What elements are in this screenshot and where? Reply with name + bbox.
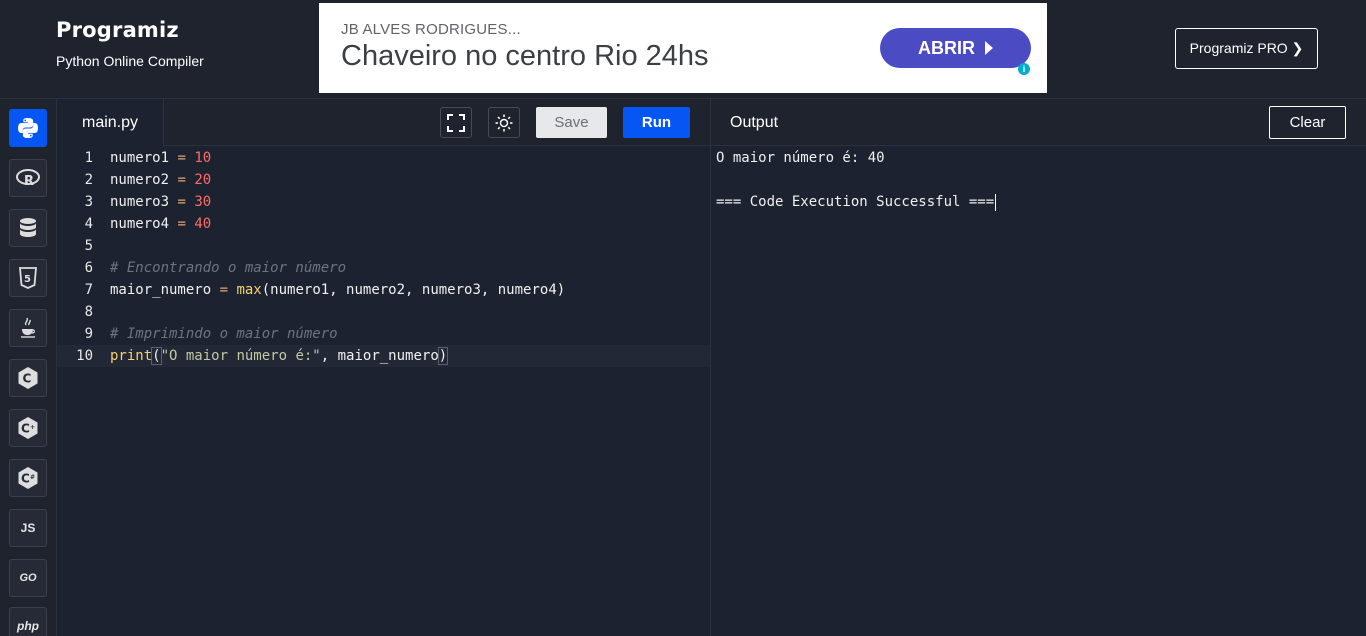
line-number: 4 (84, 216, 93, 232)
language-sidebar: R 5 C C + C # JS GO php (0, 99, 57, 636)
line-number: 2 (84, 172, 93, 188)
r-icon[interactable]: R (9, 159, 47, 197)
compiler-subtitle: Python Online Compiler (56, 53, 204, 69)
run-button[interactable]: Run (623, 107, 690, 138)
code-line[interactable]: 5 (57, 235, 710, 257)
code-line[interactable]: 2 numero2 = 20 (57, 169, 710, 191)
output-line: O maior número é: 40 (716, 150, 885, 166)
svg-text:C: C (21, 422, 30, 436)
code-token: numero3 (110, 194, 170, 210)
line-number: 7 (84, 282, 93, 298)
play-arrow-icon (985, 41, 993, 55)
code-token: = (169, 150, 195, 166)
svg-text:C: C (21, 472, 30, 486)
ad-open-label: ABRIR (918, 37, 975, 58)
go-label: GO (19, 572, 37, 584)
javascript-icon[interactable]: JS (9, 509, 47, 547)
ad-advertiser: JB ALVES RODRIGUES... (341, 21, 521, 38)
code-token: numero1 (110, 150, 170, 166)
code-token: max (236, 282, 262, 298)
svg-text:+: + (30, 424, 35, 431)
code-token: 30 (194, 194, 212, 210)
svg-text:5: 5 (24, 274, 31, 285)
svg-text:R: R (24, 174, 34, 188)
code-token: , maior_numero (320, 348, 439, 364)
java-icon[interactable] (9, 309, 47, 347)
top-header: Programiz Python Online Compiler JB ALVE… (0, 0, 1366, 99)
csharp-icon[interactable]: C # (9, 459, 47, 497)
code-line[interactable]: 3 numero3 = 30 (57, 191, 710, 213)
python-icon[interactable] (9, 109, 47, 147)
code-token: = (211, 282, 237, 298)
code-line[interactable]: 4 numero4 = 40 (57, 213, 710, 235)
output-line: === Code Execution Successful === (716, 191, 997, 213)
code-token: numero4 (110, 216, 170, 232)
php-label: php (17, 619, 39, 633)
line-number: 5 (84, 238, 93, 254)
code-token: ) (437, 347, 449, 365)
output-toolbar: Output Clear (711, 99, 1366, 146)
line-number: 8 (84, 304, 93, 320)
code-line[interactable]: 9 # Imprimindo o maior número (57, 323, 710, 345)
theme-toggle-icon[interactable] (488, 107, 520, 138)
code-line[interactable]: 6 # Encontrando o maior número (57, 257, 710, 279)
code-token: 40 (194, 216, 212, 232)
svg-text:C: C (23, 372, 32, 386)
code-token: "O maior número é:" (160, 348, 321, 364)
html5-icon[interactable]: 5 (9, 259, 47, 297)
text-caret (995, 193, 997, 211)
code-line[interactable]: 1 numero1 = 10 (57, 147, 710, 169)
clear-button[interactable]: Clear (1269, 106, 1346, 139)
brand[interactable]: Programiz Python Online Compiler (56, 18, 204, 69)
c-icon[interactable]: C (9, 359, 47, 397)
code-line[interactable]: 8 (57, 301, 710, 323)
save-button[interactable]: Save (536, 107, 607, 138)
code-area[interactable]: 1 numero1 = 10 2 numero2 = 20 3 numero3 = 3… (57, 147, 710, 367)
output-console[interactable]: O maior número é: 40 === Code Execution … (716, 147, 997, 213)
code-line-current[interactable]: 10 print("O maior número é:", maior_numer… (57, 345, 710, 367)
ad-headline[interactable]: Chaveiro no centro Rio 24hs (341, 40, 709, 73)
code-comment: # Imprimindo o maior número (110, 326, 338, 342)
svg-text:#: # (30, 474, 35, 481)
ad-banner[interactable]: JB ALVES RODRIGUES... Chaveiro no centro… (319, 3, 1047, 93)
code-token: = (169, 194, 195, 210)
output-status-text: === Code Execution Successful === (716, 194, 995, 210)
code-token: ( (151, 347, 162, 365)
code-token: maior_numero (110, 282, 212, 298)
code-line[interactable]: 7 maior_numero = max(numero1, numero2, nu… (57, 279, 710, 301)
code-editor-panel: main.py Save Run 1 numero1 = 10 2 numero2 … (57, 99, 710, 636)
code-token: print (110, 348, 153, 364)
cpp-icon[interactable]: C + (9, 409, 47, 447)
output-panel: Output Clear O maior número é: 40 === Co… (710, 99, 1366, 636)
go-icon[interactable]: GO (9, 559, 47, 597)
programiz-logo[interactable]: Programiz (56, 18, 204, 42)
file-tab-main-py[interactable]: main.py (57, 99, 164, 146)
code-token: 10 (194, 150, 212, 166)
code-comment: # Encontrando o maior número (110, 260, 347, 276)
code-token: (numero1, numero2, numero3, numero4) (261, 282, 566, 298)
javascript-label: JS (20, 521, 36, 535)
ad-info-icon[interactable]: i (1018, 63, 1030, 75)
programiz-pro-button[interactable]: Programiz PRO ❯ (1175, 28, 1318, 69)
line-number: 3 (84, 194, 93, 210)
line-number: 6 (84, 260, 93, 276)
php-icon[interactable]: php (9, 607, 47, 636)
code-token: numero2 (110, 172, 170, 188)
editor-toolbar: main.py Save Run (57, 99, 710, 146)
code-token: 20 (194, 172, 212, 188)
line-number: 9 (84, 326, 93, 342)
line-number: 10 (76, 348, 93, 364)
code-token: = (169, 216, 195, 232)
ad-open-button[interactable]: ABRIR (880, 28, 1031, 68)
fullscreen-icon[interactable] (440, 107, 472, 138)
output-title: Output (730, 114, 779, 131)
line-number: 1 (84, 150, 93, 166)
code-token: = (169, 172, 195, 188)
database-icon[interactable] (9, 209, 47, 247)
